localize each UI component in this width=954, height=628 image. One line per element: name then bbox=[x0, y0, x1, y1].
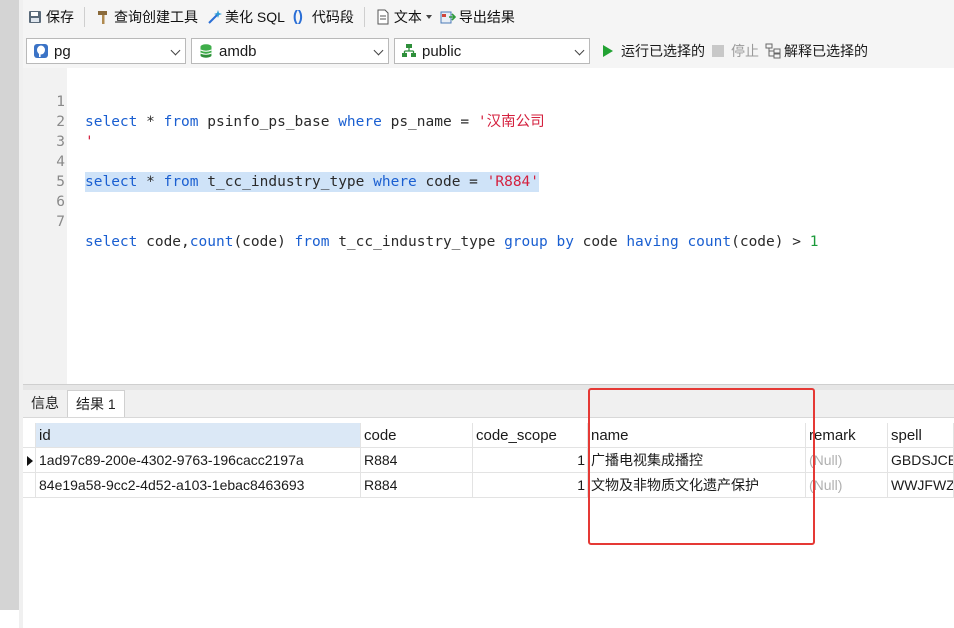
explain-selected-label: 解释已选择的 bbox=[784, 43, 868, 59]
braces-icon: () bbox=[292, 8, 303, 25]
row-marker-header bbox=[23, 423, 36, 448]
explain-icon bbox=[765, 43, 781, 59]
chevron-down-icon bbox=[373, 45, 384, 56]
connection-select[interactable]: pg bbox=[26, 38, 186, 64]
toolbar-separator bbox=[363, 7, 365, 27]
cell-spell[interactable]: WWJFWZ bbox=[888, 473, 954, 498]
query-builder-label: 查询创建工具 bbox=[114, 9, 198, 25]
column-header-remark[interactable]: remark bbox=[806, 423, 888, 448]
connection-value: pg bbox=[54, 42, 71, 60]
row-marker bbox=[23, 448, 36, 473]
current-row-pointer-icon bbox=[27, 456, 33, 466]
document-icon bbox=[375, 9, 391, 25]
run-selected-label: 运行已选择的 bbox=[621, 43, 705, 59]
database-icon bbox=[198, 43, 214, 59]
text-mode-dropdown[interactable]: 文本 bbox=[371, 4, 436, 30]
export-icon bbox=[440, 9, 457, 25]
cell-remark[interactable]: (Null) bbox=[806, 473, 888, 498]
save-button[interactable]: 保存 bbox=[23, 4, 78, 30]
schema-icon bbox=[401, 43, 417, 59]
code-snippet-label: 代码段 bbox=[311, 9, 354, 25]
tab-info[interactable]: 信息 bbox=[23, 390, 67, 417]
sql-code: 1 select * from psinfo_ps_base where ps_… bbox=[23, 72, 954, 250]
chevron-down-icon bbox=[170, 45, 181, 56]
save-icon bbox=[27, 9, 43, 25]
export-results-button[interactable]: 导出结果 bbox=[436, 4, 519, 30]
stop-icon bbox=[712, 45, 724, 57]
database-select[interactable]: amdb bbox=[191, 38, 389, 64]
cell-code-scope[interactable]: 1 bbox=[473, 473, 588, 498]
code-snippet-button[interactable]: () 代码段 bbox=[289, 4, 358, 30]
database-value: amdb bbox=[219, 42, 257, 60]
query-builder-button[interactable]: 查询创建工具 bbox=[91, 4, 202, 30]
cell-code[interactable]: R884 bbox=[361, 473, 473, 498]
sql-editor[interactable]: 1 select * from psinfo_ps_base where ps_… bbox=[23, 68, 954, 384]
code-line: 3 bbox=[23, 112, 954, 150]
play-icon bbox=[603, 45, 613, 57]
row-marker bbox=[23, 473, 36, 498]
column-header-code[interactable]: code bbox=[361, 423, 473, 448]
chevron-down-icon bbox=[425, 15, 432, 19]
column-header-id[interactable]: id bbox=[36, 423, 361, 448]
annotation-highlight-box bbox=[588, 388, 815, 545]
stop-label: 停止 bbox=[731, 43, 759, 59]
code-line: 2 ' bbox=[23, 92, 954, 150]
toolbar-separator bbox=[84, 7, 85, 27]
beautify-sql-button[interactable]: 美化 SQL bbox=[202, 4, 289, 30]
schema-value: public bbox=[422, 42, 462, 60]
column-header-spell[interactable]: spell bbox=[888, 423, 954, 448]
save-label: 保存 bbox=[46, 9, 74, 25]
magic-wand-icon bbox=[206, 9, 222, 25]
stop-button[interactable]: 停止 bbox=[711, 38, 759, 64]
code-line: 6 bbox=[23, 172, 954, 210]
cell-remark[interactable]: (Null) bbox=[806, 448, 888, 473]
line-number: 7 bbox=[56, 214, 65, 230]
export-results-label: 导出结果 bbox=[458, 9, 515, 25]
cell-code-scope[interactable]: 1 bbox=[473, 448, 588, 473]
side-panel-edge bbox=[0, 0, 19, 610]
cell-id[interactable]: 1ad97c89-200e-4302-9763-196cacc2197a bbox=[36, 448, 361, 473]
postgres-icon bbox=[33, 43, 49, 59]
cell-spell[interactable]: GBDSJCB bbox=[888, 448, 954, 473]
beautify-sql-label: 美化 SQL bbox=[225, 9, 285, 25]
explain-selected-button[interactable]: 解释已选择的 bbox=[765, 38, 868, 64]
tab-result-1[interactable]: 结果 1 bbox=[67, 390, 125, 417]
cell-code[interactable]: R884 bbox=[361, 448, 473, 473]
code-line: 5 bbox=[23, 152, 954, 190]
hammer-icon bbox=[95, 9, 111, 25]
navicat-query-window: 保存 查询创建工具 美化 SQL () 代码段 文本 导出结果 pg amdb … bbox=[0, 0, 954, 628]
cell-id[interactable]: 84e19a58-9cc2-4d52-a103-1ebac8463693 bbox=[36, 473, 361, 498]
line-text: select code,count(code) from t_cc_indust… bbox=[85, 234, 819, 250]
column-header-code-scope[interactable]: code_scope bbox=[473, 423, 588, 448]
chevron-down-icon bbox=[574, 45, 585, 56]
code-line-selected: 4 select * from t_cc_industry_type where… bbox=[23, 132, 954, 192]
code-line: 1 select * from psinfo_ps_base where ps_… bbox=[23, 72, 954, 130]
schema-select[interactable]: public bbox=[394, 38, 590, 64]
code-line: 7 select code,count(code) from t_cc_indu… bbox=[23, 192, 954, 250]
text-mode-label: 文本 bbox=[393, 9, 422, 25]
main-toolbar: 保存 查询创建工具 美化 SQL () 代码段 文本 导出结果 bbox=[23, 0, 954, 34]
connection-selector-row: pg amdb public 运行已选择的 停止 解释已选择的 bbox=[23, 34, 954, 68]
run-selected-button[interactable]: 运行已选择的 bbox=[601, 38, 705, 64]
